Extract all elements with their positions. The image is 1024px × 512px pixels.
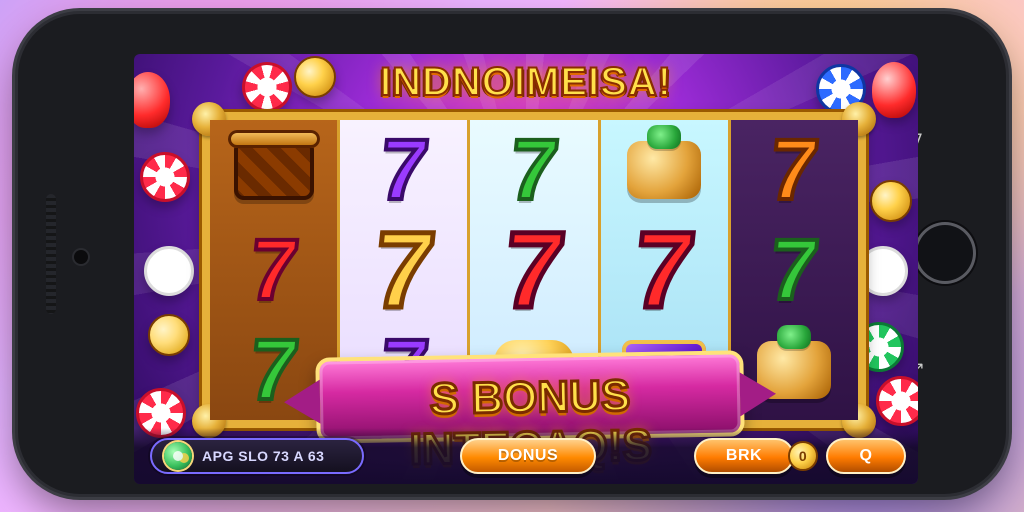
reel-symbol: 7 [358,120,450,220]
seven-icon: 7 [625,207,703,333]
basket-icon [227,130,320,200]
speaker-grill [46,194,56,314]
search-button[interactable]: Q [826,438,906,474]
reel-symbol: 7 [748,120,840,220]
reel-symbol: 7 [748,220,840,320]
seven-icon: 7 [495,207,573,333]
home-button[interactable] [914,222,976,284]
reel-symbol: 7 [228,220,320,320]
bonus-button[interactable]: DONUS [460,438,596,474]
game-screen: INDNOIMEISA! 7 7 7 7 7 7 7 7 7 S BONUS A… [134,54,918,484]
plate-icon [627,125,702,199]
phone-frame: 7 ↗ INDNOIMEISA! 7 7 7 7 7 7 7 7 7 S BON… [18,14,1006,494]
seven-icon: 7 [763,120,825,220]
chip-icon [140,152,190,202]
back-button[interactable]: BRK [694,438,794,474]
player-status-text: APG SLO 73 A 63 [202,448,325,464]
reel-symbol: 7 [488,120,580,220]
bottom-hud: APG SLO 73 A 63 DONUS BRK 0 Q [134,428,918,484]
coin-icon [148,314,190,356]
reel-symbol: 7 [488,207,580,333]
chip-icon [876,376,918,426]
avatar-face-icon [173,451,183,461]
reel-symbol [227,127,320,213]
coin-icon [870,180,912,222]
front-camera [74,250,88,264]
seven-icon: 7 [373,120,435,220]
seven-icon: 7 [243,220,305,320]
player-status-pill: APG SLO 73 A 63 [150,438,364,474]
coin-counter-icon: 0 [788,441,818,471]
white-chip-icon [144,246,194,296]
reel-symbol [618,125,710,213]
seven-icon: 7 [503,120,565,220]
seven-icon: 7 [365,207,443,333]
game-title: INDNOIMEISA! [379,59,672,105]
reel-symbol: 7 [358,207,450,333]
seven-icon: 7 [763,220,825,320]
player-avatar [164,442,192,470]
reel-symbol: 7 [618,207,710,333]
